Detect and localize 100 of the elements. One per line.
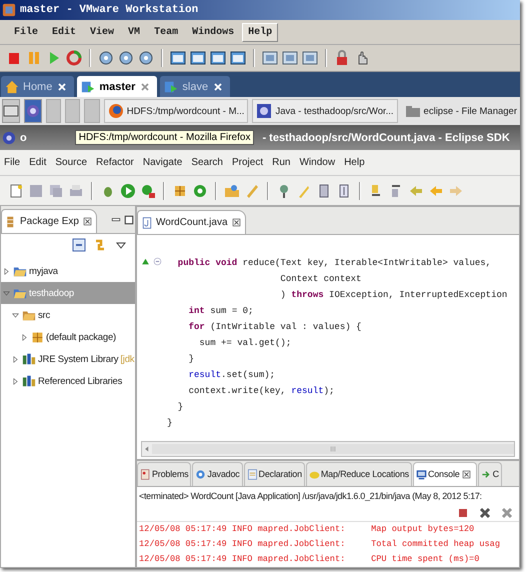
unity-icon[interactable] xyxy=(262,50,278,66)
expanded-arrow-icon xyxy=(2,288,11,298)
stop-icon[interactable] xyxy=(6,50,22,66)
collapsed-arrow-icon xyxy=(11,376,20,386)
menu-item[interactable]: Run xyxy=(272,157,290,168)
taskbar-item[interactable]: HDFS:/tmp/wordcount - M... xyxy=(104,99,248,123)
planet-icon xyxy=(2,130,16,144)
snapshot-icon[interactable] xyxy=(98,50,114,66)
collapsed-arrow-icon xyxy=(20,332,29,342)
warning-list-icon xyxy=(140,468,151,480)
menu-item[interactable]: File xyxy=(4,157,20,168)
fullscreen-icon[interactable] xyxy=(190,50,206,66)
menu-item[interactable]: Windows xyxy=(186,22,240,42)
code-line: result.set(sum); xyxy=(188,369,276,382)
code-line: } xyxy=(188,353,196,366)
monitor-icon xyxy=(416,468,427,480)
console-line: 12/05/08 05:17:49 INFO mapred.JobClient: CPU time spent (ms)=0 xyxy=(138,553,480,566)
close-icon xyxy=(139,80,152,92)
menu-item[interactable]: Team xyxy=(148,22,184,42)
menu-item[interactable]: View xyxy=(84,22,120,42)
fold-icon xyxy=(153,257,162,266)
home-icon xyxy=(5,80,19,94)
tree-item[interactable]: myjava xyxy=(1,260,135,282)
show-desktop-button[interactable] xyxy=(2,99,20,123)
code-line: context.write(key, result); xyxy=(188,385,336,398)
desktop-icon xyxy=(3,103,19,119)
menu-item[interactable]: Edit xyxy=(29,157,46,168)
vm-tab[interactable]: slave xyxy=(160,76,230,97)
menu-item[interactable]: VM xyxy=(122,22,146,42)
tree-item[interactable]: (default package) xyxy=(1,326,135,348)
close-icon xyxy=(56,80,68,92)
folder-icon xyxy=(404,103,421,119)
quick-switch-icon[interactable] xyxy=(210,50,226,66)
window-title: - testhadoop/src/WordCount.java - Eclipse SDK xyxy=(262,132,510,144)
grip-icon xyxy=(328,444,338,454)
window-title-fragment: o xyxy=(20,132,27,144)
editor-tab[interactable]: WordCount.java xyxy=(137,210,246,234)
view-tab[interactable]: C xyxy=(478,462,502,486)
library-icon xyxy=(22,374,36,388)
menu-item[interactable]: File xyxy=(8,22,44,42)
menu-item[interactable]: Help xyxy=(242,22,278,42)
menu-item[interactable]: Source xyxy=(55,157,88,168)
run-icon[interactable] xyxy=(120,182,136,198)
collapse-all-icon[interactable] xyxy=(71,237,87,253)
code-line: } xyxy=(167,417,174,430)
menu-item[interactable]: Window xyxy=(299,157,336,168)
tree-item[interactable]: Referenced Libraries xyxy=(1,370,135,392)
app-icon xyxy=(2,3,16,17)
console-line: 12/05/08 05:17:49 INFO mapred.JobClient: Map output bytes=120 xyxy=(138,523,476,536)
snapshot-manager-icon[interactable] xyxy=(138,50,154,66)
collapsed-arrow-icon xyxy=(11,354,20,364)
window-icon[interactable] xyxy=(282,50,298,66)
menu-item[interactable]: Help xyxy=(344,157,365,168)
tree-item[interactable]: JRE System Library [jdk xyxy=(1,348,135,370)
lock-icon[interactable] xyxy=(334,50,350,66)
menu-item[interactable]: Project xyxy=(232,157,264,168)
console-line: 12/05/08 05:17:49 INFO mapred.JobClient: Total committed heap usag xyxy=(138,538,501,551)
view-tab[interactable]: Map/Reduce Locations xyxy=(306,462,412,486)
collapsed-arrow-icon xyxy=(2,266,11,276)
code-line: int sum = 0; xyxy=(188,305,254,318)
thumbnail-icon[interactable] xyxy=(302,50,318,66)
planet-icon xyxy=(25,103,41,119)
workspace-button[interactable] xyxy=(24,99,42,123)
open-type-icon[interactable] xyxy=(224,182,240,198)
taskbar-item[interactable]: eclipse - File Manager xyxy=(402,99,520,123)
view-tab[interactable]: Problems xyxy=(137,462,192,486)
code-line: Context context xyxy=(279,273,362,286)
sidebar-view-icon[interactable] xyxy=(170,50,186,66)
new-class-icon[interactable] xyxy=(192,182,208,198)
snapshot-revert-icon[interactable] xyxy=(118,50,134,66)
taskbar-item[interactable]: Java - testhadoop/src/Wor... xyxy=(252,99,398,123)
console-status: <terminated> WordCount [Java Application] /usr/java/jdk1.6.0_21/bin/java (May 8, 2012 5:17: xyxy=(138,490,483,503)
menu-item[interactable]: Edit xyxy=(46,22,82,42)
view-tab[interactable]: Declaration xyxy=(244,462,305,486)
menu-item[interactable]: Navigate xyxy=(142,157,182,168)
menu-item[interactable]: Search xyxy=(191,157,223,168)
view-tab[interactable]: Javadoc xyxy=(192,462,243,486)
library-icon xyxy=(22,352,36,366)
code-line: for (IntWritable val : values) { xyxy=(188,321,362,334)
vm-tab[interactable]: master xyxy=(77,76,158,97)
external-tools-icon[interactable] xyxy=(140,182,156,198)
java-file-icon xyxy=(141,216,153,230)
new-file-icon[interactable] xyxy=(8,182,24,198)
tree-item[interactable]: src xyxy=(1,304,135,326)
menu-item[interactable]: Refactor xyxy=(96,157,134,168)
expanded-arrow-icon xyxy=(11,310,20,320)
tooltip: HDFS:/tmp/wordcount - Mozilla Firefox xyxy=(74,130,254,145)
code-line: sum += val.get(); xyxy=(198,337,292,350)
view-tab[interactable]: Console xyxy=(412,462,477,486)
document-icon xyxy=(246,468,258,480)
maximize-icon[interactable] xyxy=(123,214,135,226)
reset-icon[interactable] xyxy=(66,50,82,66)
horizontal-scrollbar[interactable] xyxy=(141,441,515,457)
view-tab[interactable]: Package Exp xyxy=(1,209,97,233)
override-marker-icon xyxy=(141,257,150,266)
code-line: ) throws IOException, InterruptedException xyxy=(279,289,508,302)
vm-tab[interactable]: Home xyxy=(1,76,74,97)
console-view-icon[interactable] xyxy=(230,50,246,66)
close-icon xyxy=(230,217,242,228)
code-line: public void reduce(Text key, Iterable<IntWritable> values, xyxy=(176,257,492,270)
